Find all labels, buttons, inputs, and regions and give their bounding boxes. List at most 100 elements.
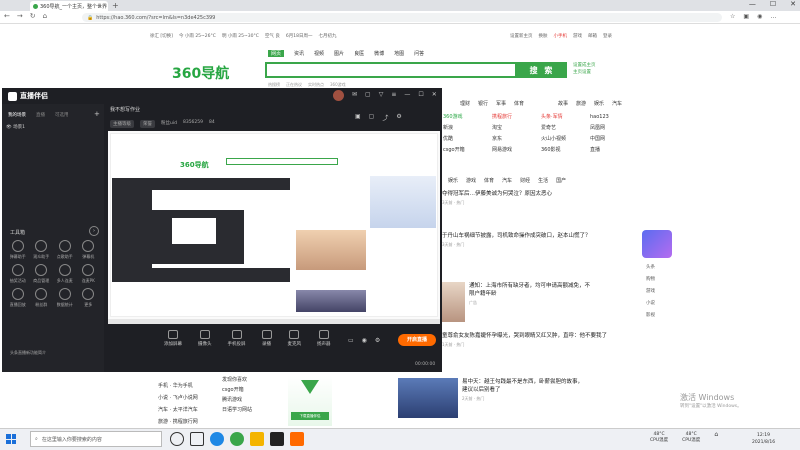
- site-link[interactable]: 京东: [492, 134, 541, 145]
- search-tab-video[interactable]: 视频: [314, 50, 324, 57]
- news-item[interactable]: 易中天：越王勾践最不是东西，卧薪尝胆的故事，建议以后别看了 2天前 · 热门: [398, 378, 583, 418]
- screenshot-icon[interactable]: ▢: [369, 113, 375, 122]
- minimize-icon[interactable]: —: [404, 91, 410, 98]
- taskbar-search[interactable]: ⌕ 在这里输入你要搜索的内容: [30, 431, 162, 447]
- news-tab[interactable]: 国产: [556, 177, 566, 184]
- back-icon[interactable]: ←: [4, 12, 10, 20]
- eye-icon[interactable]: 👁: [6, 125, 12, 130]
- message-icon[interactable]: ✉: [352, 91, 357, 98]
- layout-icon[interactable]: ▣: [355, 113, 361, 122]
- folder-icon[interactable]: [250, 432, 264, 446]
- game-link[interactable]: 游戏: [573, 33, 582, 39]
- home-icon[interactable]: ⌂: [43, 12, 47, 20]
- menu-icon[interactable]: ≡: [391, 91, 396, 98]
- tool-item[interactable]: 点歌助手: [53, 240, 77, 260]
- nav-item[interactable]: 故事: [558, 100, 568, 107]
- site-link[interactable]: hao123: [590, 112, 639, 123]
- tool-item[interactable]: 粉丝群: [30, 288, 54, 308]
- nav-item[interactable]: 理财: [460, 100, 470, 107]
- site-link[interactable]: 360游戏: [443, 112, 492, 123]
- site-logo[interactable]: 360导航: [172, 63, 229, 83]
- recommend-link[interactable]: 腾讯游戏: [222, 395, 277, 405]
- homepage-settings-link[interactable]: 主页设置: [573, 69, 596, 76]
- site-link[interactable]: csgo开箱: [443, 145, 492, 156]
- microphone-button[interactable]: 麦克风: [288, 330, 301, 347]
- cortana-icon[interactable]: [170, 432, 184, 446]
- site-link[interactable]: 头条·军情: [541, 112, 590, 123]
- site-link[interactable]: 直播: [590, 145, 639, 156]
- settings-icon[interactable]: ⚙: [396, 113, 401, 122]
- login-link[interactable]: 登录: [603, 33, 612, 39]
- windows-start-icon[interactable]: [6, 434, 16, 444]
- maximize-button[interactable]: ☐: [770, 0, 776, 8]
- search-input[interactable]: [265, 62, 517, 78]
- live-app-taskbar-icon[interactable]: [290, 432, 304, 446]
- quick-nav-item[interactable]: 游戏: [646, 286, 655, 298]
- share-icon[interactable]: ⤴: [382, 113, 388, 122]
- scene-tab[interactable]: 我的场景: [8, 112, 26, 118]
- edge-icon[interactable]: [210, 432, 224, 446]
- site-link[interactable]: 火山小视频: [541, 134, 590, 145]
- gift-icon[interactable]: ▢: [365, 91, 371, 98]
- search-button[interactable]: 搜 索: [517, 62, 567, 78]
- scene-item[interactable]: 👁 场景1: [6, 124, 25, 132]
- app-icon[interactable]: [270, 432, 284, 446]
- url-field[interactable]: 🔒 https://hao.360.com/?src=lm&ls=n3de425…: [82, 13, 722, 22]
- tool-item[interactable]: 更多: [77, 288, 101, 308]
- skin-link[interactable]: 换肤: [539, 33, 548, 39]
- close-window-button[interactable]: ✕: [790, 0, 796, 8]
- quick-nav-item[interactable]: 小说: [646, 298, 655, 310]
- category-link[interactable]: 旅游 · 携程旅行网: [158, 416, 198, 428]
- phone-cast-button[interactable]: 手机投屏: [228, 330, 246, 347]
- browser-tab[interactable]: 360导航_一个主页，整个世界 ✕: [30, 1, 108, 11]
- avatar[interactable]: [333, 90, 344, 101]
- site-link[interactable]: 凤凰网: [590, 123, 639, 134]
- recommend-link[interactable]: csgo开箱: [222, 385, 277, 395]
- site-link[interactable]: 携程旅行: [492, 112, 541, 123]
- profile-icon[interactable]: ◉: [757, 13, 762, 20]
- quick-nav-item[interactable]: 头条: [646, 262, 655, 274]
- tool-item[interactable]: 抽奖活动: [6, 264, 30, 284]
- recommend-link[interactable]: 日语学习网站: [222, 405, 277, 415]
- nav-item[interactable]: 银行: [478, 100, 488, 107]
- search-tab-web[interactable]: 网页: [268, 50, 285, 57]
- minimize-button[interactable]: —: [749, 0, 756, 8]
- tool-item[interactable]: 数据统计: [53, 288, 77, 308]
- search-tab-image[interactable]: 图片: [334, 50, 344, 57]
- site-link[interactable]: 新浪: [443, 123, 492, 134]
- quick-nav-item[interactable]: 影视: [646, 310, 655, 322]
- refresh-icon[interactable]: ↻: [30, 12, 36, 20]
- forward-icon[interactable]: →: [17, 12, 23, 20]
- star-icon[interactable]: ☆: [730, 13, 735, 20]
- news-item[interactable]: 童尊俞女友陈嘉婕怀孕曝光，哭到眼睛又红又肿，直呼：他不要我了 1天前 · 热门: [442, 332, 627, 348]
- news-tab[interactable]: 财经: [520, 177, 530, 184]
- add-scene-icon[interactable]: +: [94, 110, 100, 118]
- news-tab[interactable]: 娱乐: [448, 177, 458, 184]
- scene-tab[interactable]: 可选用: [55, 112, 69, 118]
- tool-item[interactable]: 弹幕助手: [6, 240, 30, 260]
- chevron-down-icon[interactable]: ▽: [379, 91, 384, 98]
- browser-360-icon[interactable]: [230, 432, 244, 446]
- news-tab[interactable]: 体育: [484, 177, 494, 184]
- site-link[interactable]: 360影视: [541, 145, 590, 156]
- video-icon[interactable]: ▭: [348, 337, 354, 344]
- cpu-temp-1[interactable]: 48°C CPU温度: [650, 432, 668, 444]
- scene-tab[interactable]: 直播: [36, 112, 45, 118]
- record-button[interactable]: 录播: [261, 330, 272, 347]
- feature-intro-link[interactable]: 头条直播新功能简介: [10, 350, 46, 356]
- maximize-icon[interactable]: ☐: [418, 91, 423, 98]
- mascot-icon[interactable]: [642, 230, 672, 258]
- category-link[interactable]: 汽车 · 太平洋汽车: [158, 404, 198, 416]
- site-link[interactable]: 网易游戏: [492, 145, 541, 156]
- nav-item[interactable]: 旅游: [576, 100, 586, 107]
- close-icon[interactable]: ✕: [432, 91, 437, 98]
- tool-item[interactable]: 直播回放: [6, 288, 30, 308]
- more-icon[interactable]: …: [770, 13, 776, 20]
- speaker-button[interactable]: 扬声器: [317, 330, 331, 347]
- promo-banner[interactable]: 下载直播伴侣: [288, 376, 332, 426]
- eye-icon[interactable]: ◉: [362, 337, 367, 344]
- tool-item[interactable]: 多人连麦: [53, 264, 77, 284]
- tool-item[interactable]: 弹幕机: [77, 240, 101, 260]
- tool-item[interactable]: 连麦PK: [77, 264, 101, 284]
- set-homepage-link-2[interactable]: 设置成主页: [573, 62, 596, 69]
